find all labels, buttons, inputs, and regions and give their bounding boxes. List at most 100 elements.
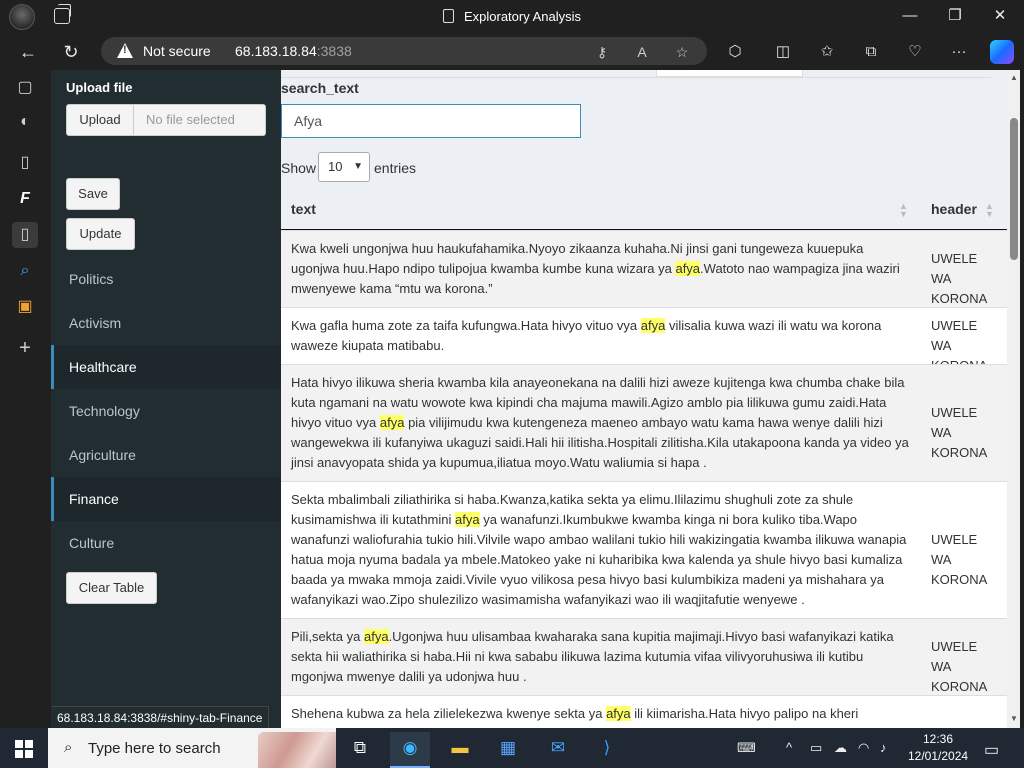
sidebar-item-culture[interactable]: Culture — [51, 521, 281, 565]
app-f-icon[interactable]: F — [12, 186, 38, 212]
active-page-icon[interactable]: ▯ — [12, 222, 38, 248]
search-input[interactable]: Afya — [281, 104, 581, 138]
search-icon[interactable]: ⌕ — [12, 258, 38, 284]
sidebar-item-agriculture[interactable]: Agriculture — [51, 433, 281, 477]
tabs-icon[interactable]: ▢ — [12, 75, 38, 101]
browser-toolbar: ← ↻ Not secure 68.183.18.84:3838 ⚷ A ☆ ⬡… — [0, 33, 1024, 70]
show-label: Show — [281, 160, 317, 176]
sidebar-item-technology[interactable]: Technology — [51, 389, 281, 433]
search-highlight: afya — [640, 318, 666, 333]
cell-text: Kwa gafla huma zote za taifa kufungwa.Ha… — [291, 316, 911, 356]
copilot-icon[interactable] — [990, 40, 1014, 64]
chevron-down-icon: ▼ — [353, 161, 363, 172]
minimize-icon[interactable]: — — [895, 5, 925, 27]
scroll-down-icon[interactable]: ▼ — [1010, 714, 1018, 723]
warning-icon[interactable] — [117, 43, 133, 58]
taskbar-clock[interactable]: 12:36 12/01/2024 — [908, 731, 968, 765]
cell-header: UWELE WA KORONA — [931, 532, 988, 587]
refresh-icon[interactable]: ↻ — [58, 39, 84, 65]
split-screen-icon[interactable]: ◫ — [771, 40, 795, 64]
scroll-thumb[interactable] — [1010, 118, 1018, 260]
sidebar-item-activism[interactable]: Activism — [51, 301, 281, 345]
search-highlight: afya — [379, 415, 405, 430]
close-icon[interactable]: ✕ — [985, 5, 1015, 27]
file-name-field[interactable]: No file selected — [134, 104, 266, 136]
table-row[interactable]: Sekta mbalimbali ziliathirika si haba.Kw… — [281, 481, 1007, 618]
window-title-text: Exploratory Analysis — [463, 9, 582, 24]
edge-taskbar-icon[interactable]: ◉ — [390, 732, 430, 768]
store-icon[interactable]: ▦ — [488, 732, 528, 768]
show-hidden-icons-icon[interactable]: ^ — [786, 740, 792, 755]
favorites-icon[interactable]: ✩ — [815, 40, 839, 64]
vscode-icon[interactable]: ⟩ — [587, 732, 627, 768]
document-icon[interactable]: ▯ — [12, 150, 38, 176]
cell-text: Pili,sekta ya afya.Ugonjwa huu ulisambaa… — [291, 627, 911, 687]
clear-table-button[interactable]: Clear Table — [66, 572, 157, 604]
sidebar-item-healthcare[interactable]: Healthcare — [51, 345, 281, 389]
volume-icon[interactable]: ♪ — [880, 740, 887, 755]
sidebar-item-politics[interactable]: Politics — [51, 257, 281, 301]
url-host: 68.183.18.84 — [235, 43, 317, 59]
table-row[interactable]: Pili,sekta ya afya.Ugonjwa huu ulisambaa… — [281, 618, 1007, 695]
cell-header: UWELE WA KORONA — [931, 405, 988, 460]
keyboard-icon[interactable]: ⌨ — [737, 740, 756, 756]
collections-icon[interactable]: ⧉ — [859, 40, 883, 64]
address-bar[interactable]: Not secure 68.183.18.84:3838 ⚷ A ☆ — [101, 37, 707, 65]
page-scrollbar[interactable]: ▲ ▼ — [1007, 70, 1020, 728]
table-row[interactable]: Shehena kubwa za hela zilielekezwa kweny… — [281, 695, 1007, 728]
table-header: text ▲ ▼ header ▲ ▼ — [281, 193, 1007, 230]
active-tab[interactable] — [656, 70, 803, 77]
extensions-icon[interactable]: ⬡ — [723, 40, 747, 64]
update-button[interactable]: Update — [66, 218, 135, 250]
entries-value: 10 — [328, 159, 343, 174]
meet-now-icon[interactable]: ▭ — [810, 740, 822, 756]
browser-essentials-icon[interactable]: ♡ — [903, 40, 927, 64]
cell-header: UWELE WA KORONA — [931, 639, 988, 694]
cloud-icon[interactable]: ☁ — [834, 740, 847, 756]
restore-icon[interactable]: ❐ — [940, 5, 970, 27]
search-highlight: afya — [606, 706, 631, 721]
more-menu-icon[interactable]: ··· — [947, 40, 971, 64]
cell-text: Sekta mbalimbali ziliathirika si haba.Kw… — [291, 490, 911, 610]
text-fragment: Kwa gafla huma zote za taifa kufungwa.Ha… — [291, 318, 641, 333]
status-bar-url: 68.183.18.84:3838/#shiny-tab-Finance — [51, 706, 270, 728]
column-header-header[interactable]: header — [931, 201, 977, 217]
web-page: Upload file Upload No file selected Save… — [51, 70, 1007, 728]
upload-label: Upload file — [66, 80, 133, 95]
upload-button[interactable]: Upload — [66, 104, 134, 136]
url-text[interactable]: 68.183.18.84:3838 — [235, 43, 352, 59]
task-view-icon[interactable]: ⧉ — [340, 732, 380, 768]
clock-date: 12/01/2024 — [908, 749, 969, 763]
table-row[interactable]: Hata hivyo ilikuwa sheria kwamba kila an… — [281, 364, 1007, 481]
search-highlight-image — [258, 732, 336, 768]
search-highlight: afya — [363, 629, 389, 644]
password-key-icon[interactable]: ⚷ — [593, 43, 611, 61]
file-explorer-icon[interactable]: ▬ — [440, 732, 480, 768]
search-icon: ⌕ — [64, 739, 73, 756]
sidebar-item-finance[interactable]: Finance — [51, 477, 281, 521]
save-button[interactable]: Save — [66, 178, 120, 210]
app-tile-icon[interactable]: ▣ — [12, 294, 38, 320]
url-port: :3838 — [316, 43, 352, 59]
add-icon[interactable]: + — [12, 335, 38, 361]
favorite-star-icon[interactable]: ☆ — [673, 43, 691, 61]
security-label[interactable]: Not secure — [143, 43, 211, 59]
extension-icon[interactable]: ◐ — [12, 109, 38, 135]
taskbar-search[interactable]: ⌕ Type here to search — [48, 728, 336, 768]
entries-select[interactable]: 10 ▼ — [318, 152, 370, 182]
scroll-up-icon[interactable]: ▲ — [1010, 73, 1018, 82]
cell-text: Hata hivyo ilikuwa sheria kwamba kila an… — [291, 373, 911, 473]
back-icon[interactable]: ← — [15, 39, 41, 65]
read-aloud-icon[interactable]: A — [633, 43, 651, 61]
table-row[interactable]: Kwa kweli ungonjwa huu haukufahamika.Nyo… — [281, 230, 1007, 307]
windows-taskbar: ⌕ Type here to search ⧉ ◉ ▬ ▦ ✉ ⟩ ⌨ ^ ▭ … — [0, 728, 1024, 768]
mail-icon[interactable]: ✉ — [538, 732, 578, 768]
windows-start-icon[interactable] — [15, 740, 33, 758]
network-icon[interactable]: ◠ — [858, 740, 869, 756]
sort-icon[interactable]: ▲ ▼ — [985, 202, 994, 219]
notifications-icon[interactable]: ▭ — [984, 740, 999, 760]
sort-icon[interactable]: ▲ ▼ — [899, 202, 908, 219]
text-fragment: Shehena kubwa za hela zilielekezwa kweny… — [291, 706, 607, 721]
column-header-text[interactable]: text — [291, 201, 316, 217]
table-row[interactable]: Kwa gafla huma zote za taifa kufungwa.Ha… — [281, 307, 1007, 373]
